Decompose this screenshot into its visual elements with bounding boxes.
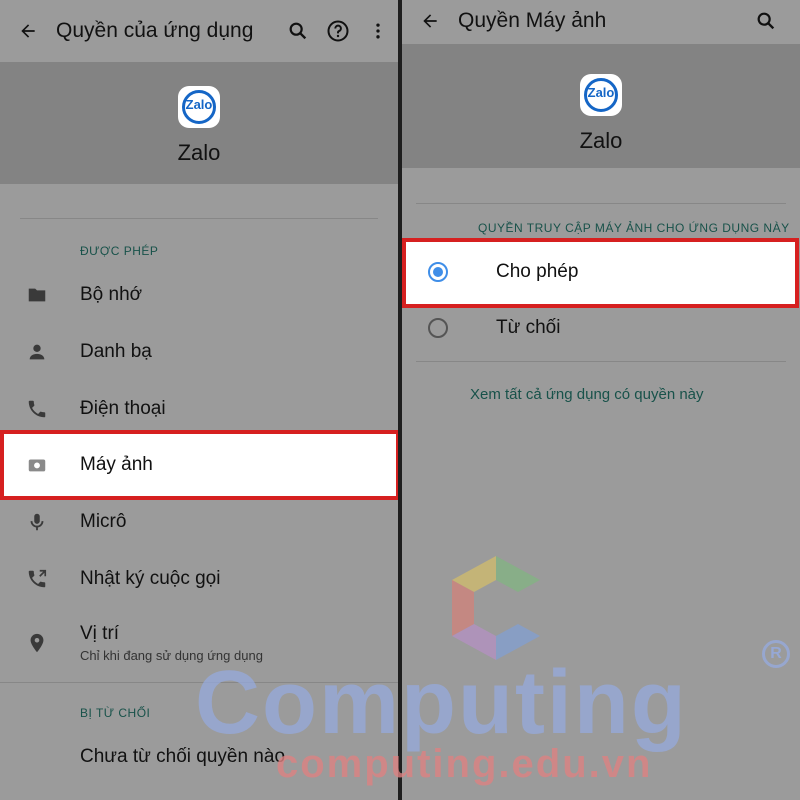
radio-option-deny[interactable]: Từ chối [402,300,800,356]
permission-label: Điện thoại [80,397,166,419]
permission-item-location[interactable]: Vị trí Chỉ khi đang sử dụng ứng dụng [0,614,398,671]
denied-empty-item: Chưa từ chối quyền nào [0,728,398,785]
permission-label: Nhật ký cuộc gọi [80,567,221,589]
divider [416,361,786,362]
toolbar: Quyền của ứng dụng [0,0,398,62]
permission-label: Máy ảnh [80,453,153,475]
permission-sublabel: Chỉ khi đang sử dụng ứng dụng [80,647,263,663]
section-label-denied: BỊ TỪ CHỐI [80,706,151,720]
radio-option-allow[interactable]: Cho phép [402,244,800,300]
zalo-logo: Zalo [580,74,622,116]
permission-label: Danh bạ [80,340,152,362]
section-label-access: QUYỀN TRUY CẬP MÁY ẢNH CHO ỨNG DỤNG NÀY [478,221,790,235]
divider [20,218,378,219]
arrow-left-icon [423,14,437,28]
search-icon [289,22,307,40]
radio-button-checked[interactable] [428,262,448,282]
permission-label: Micrô [80,510,127,532]
person-icon [29,344,45,359]
page-title: Quyền của ứng dụng [56,19,254,42]
denied-empty-label: Chưa từ chối quyền nào [80,745,286,767]
more-options-button[interactable] [358,11,398,51]
divider [416,203,786,204]
app-name: Zalo [177,140,221,165]
search-button[interactable] [278,11,318,51]
more-vert-icon [376,23,380,39]
see-all-apps-link[interactable]: Xem tất cả ứng dụng có quyền này [470,386,704,403]
location-icon [30,633,44,652]
permission-item-phone[interactable]: Điện thoại [0,380,398,437]
permission-label: Bộ nhớ [80,283,143,305]
permission-item-microphone[interactable]: Micrô [0,493,398,550]
radio-label: Từ chối [496,317,561,338]
zalo-logo: Zalo [178,86,220,128]
camera-permission-panel: Quyền Máy ảnh Zalo Zalo QUYỀN TRUY CẬP M… [402,0,800,800]
app-name: Zalo [579,128,623,153]
help-icon [327,20,349,42]
radio-button-unchecked[interactable] [428,318,448,338]
back-button[interactable] [0,11,56,51]
radio-label: Cho phép [496,261,579,282]
app-header: Zalo Zalo [402,44,800,168]
permission-item-contacts[interactable]: Danh bạ [0,323,398,380]
app-permissions-panel: Quyền của ứng dụng Zalo Zalo ĐƯỢC PHÉP B… [0,0,398,800]
permission-label: Vị trí [80,622,120,644]
arrow-left-icon [21,24,35,38]
phone-icon [28,400,46,417]
camera-icon [28,459,46,471]
search-button[interactable] [746,1,786,41]
back-button[interactable] [402,1,458,41]
help-button[interactable] [318,11,358,51]
call-log-icon [28,569,47,587]
microphone-icon [30,513,44,530]
divider [0,682,398,683]
permission-item-call-log[interactable]: Nhật ký cuộc gọi [0,550,398,607]
search-icon [757,12,775,30]
permission-item-camera[interactable]: Máy ảnh [0,436,398,493]
page-title: Quyền Máy ảnh [458,9,607,32]
section-label-allowed: ĐƯỢC PHÉP [80,244,159,258]
folder-icon [28,288,46,301]
app-header: Zalo Zalo [0,62,398,184]
toolbar: Quyền Máy ảnh [402,0,800,42]
permission-item-storage[interactable]: Bộ nhớ [0,266,398,323]
